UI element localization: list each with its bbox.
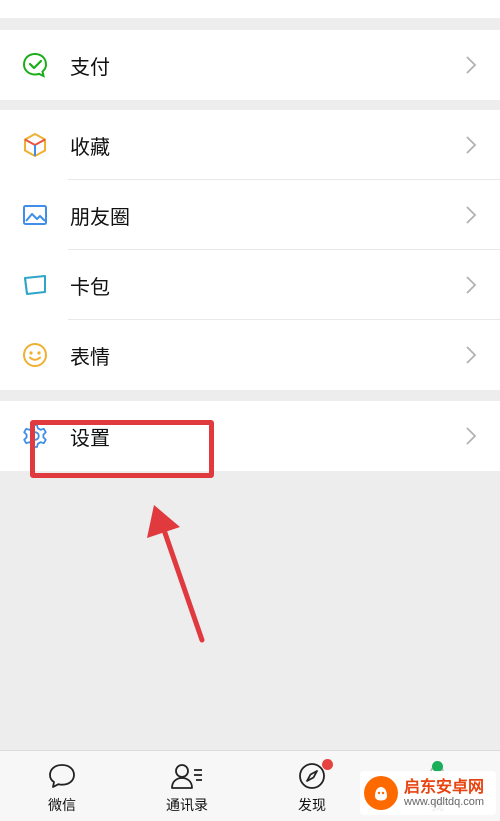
tab-contacts[interactable]: 通讯录 [147, 759, 227, 815]
tab-discover[interactable]: 发现 [272, 759, 352, 815]
site-watermark: 启东安卓网 www.qdltdq.com [360, 771, 496, 815]
tab-label: 发现 [298, 798, 326, 814]
annotation-arrow [147, 505, 205, 643]
chat-bubble-icon [49, 764, 75, 788]
notification-badge [322, 759, 333, 770]
tab-label: 微信 [48, 798, 76, 814]
tab-label: 通讯录 [166, 798, 208, 814]
contacts-icon [171, 764, 202, 789]
tab-chats[interactable]: 微信 [22, 759, 102, 815]
watermark-logo [364, 776, 398, 810]
watermark-title: 启东安卓网 [404, 777, 485, 797]
watermark-url: www.qdltdq.com [404, 795, 485, 808]
